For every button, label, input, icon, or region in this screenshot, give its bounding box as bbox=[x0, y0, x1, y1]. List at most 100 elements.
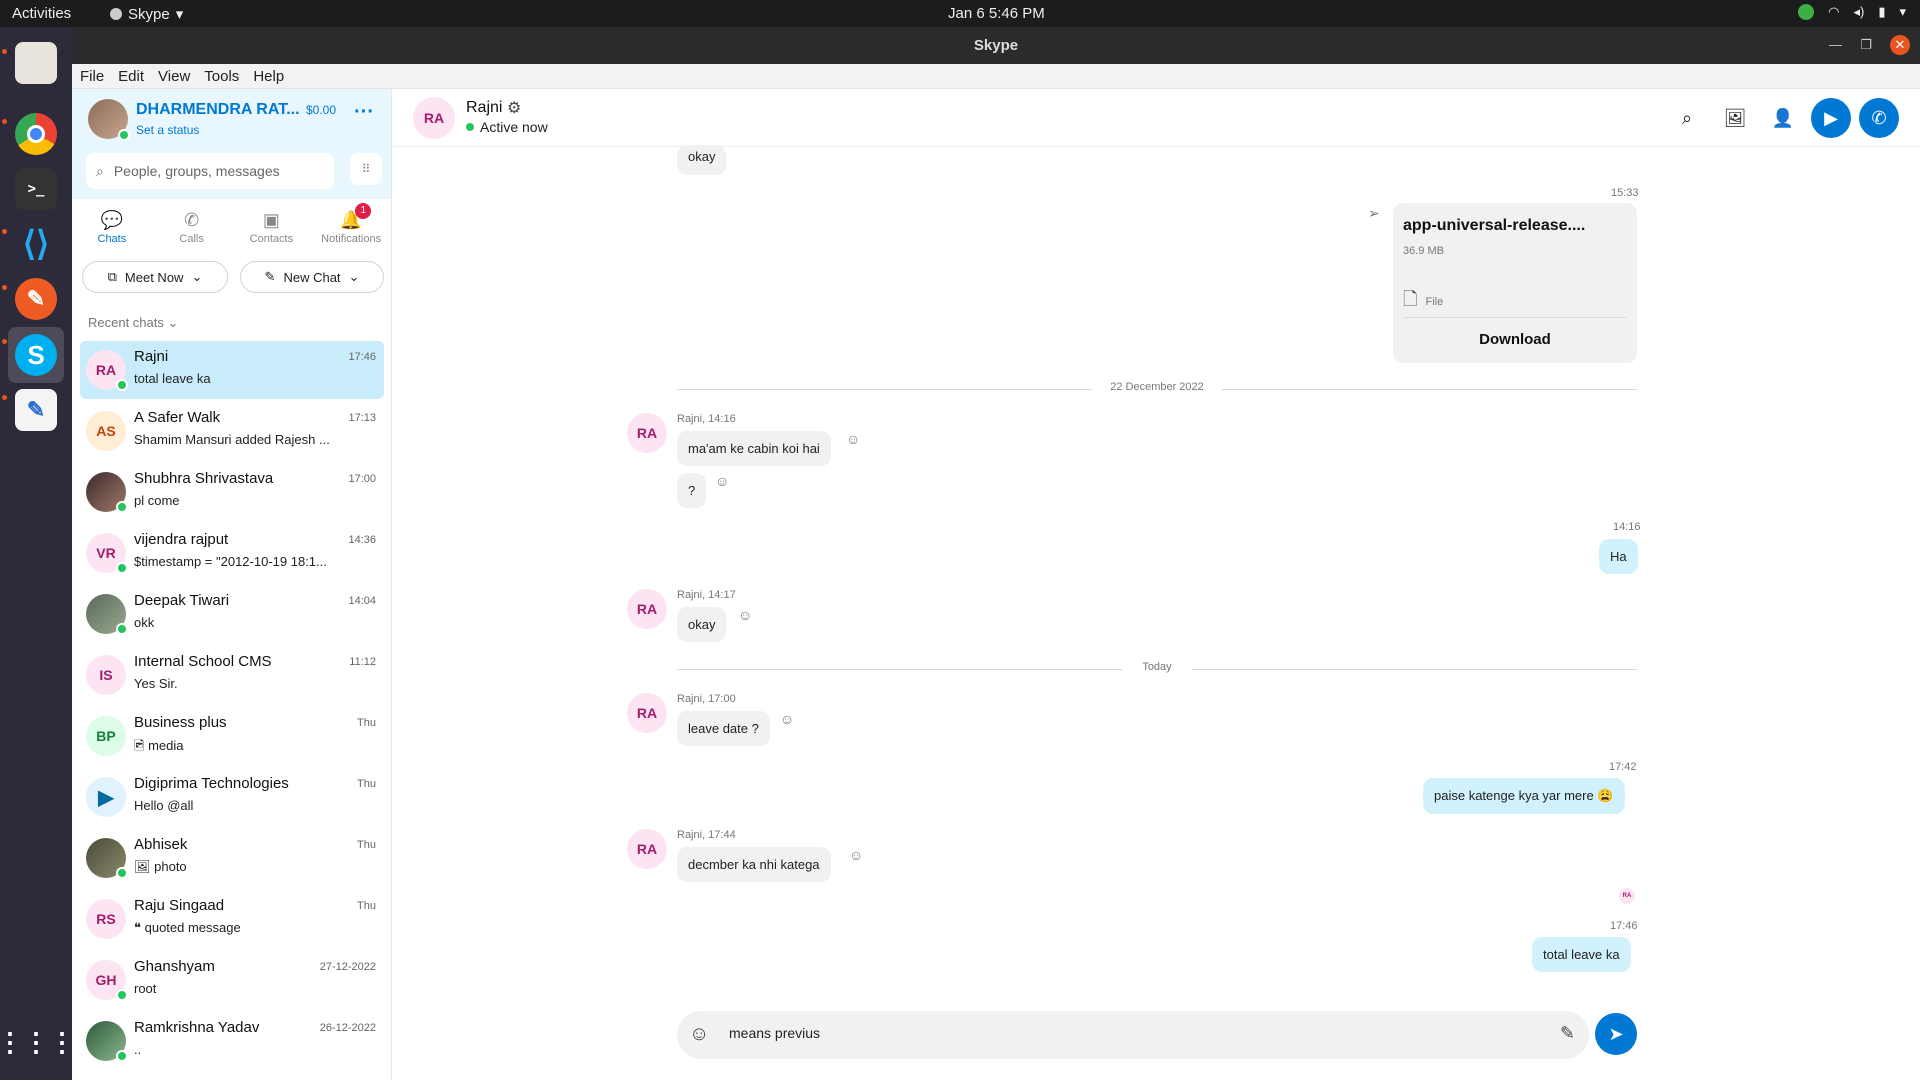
chat-name: Abhisek bbox=[134, 836, 188, 853]
image-icon: 🖼 bbox=[134, 859, 155, 874]
sender-avatar[interactable]: RA bbox=[627, 589, 667, 629]
sidebar-tabs: 💬 Chats ✆ Calls ▣ Contacts 🔔 1 Notificat… bbox=[72, 199, 391, 257]
emoji-icon[interactable]: ☺ bbox=[689, 1023, 709, 1046]
text-editor-launcher[interactable]: ✎ bbox=[8, 382, 64, 438]
maximize-icon[interactable]: ❐ bbox=[1860, 36, 1872, 54]
update-status-icon[interactable] bbox=[1798, 4, 1815, 20]
dialpad-button[interactable]: ⠿ bbox=[350, 153, 382, 185]
sender-avatar[interactable]: RA bbox=[627, 693, 667, 733]
sender-avatar[interactable]: RA bbox=[627, 829, 667, 869]
recent-chats-label: Recent chats bbox=[88, 315, 164, 330]
system-tray[interactable]: ◠ ◂) ▮ ▾ bbox=[1798, 4, 1906, 20]
chrome-launcher[interactable] bbox=[8, 106, 64, 162]
chat-item-shubhra-shrivastava[interactable]: Shubhra Shrivastava 17:00 pl come bbox=[80, 463, 384, 521]
message-bubble[interactable]: ? bbox=[677, 473, 707, 508]
postman-launcher[interactable]: ✎ bbox=[8, 271, 64, 327]
reaction-icon[interactable]: ☺ bbox=[738, 607, 752, 623]
chat-item-abhisek[interactable]: Abhisek Thu 🖼 photo bbox=[80, 829, 384, 887]
terminal-launcher[interactable]: >_ bbox=[8, 161, 64, 217]
chat-preview: pl come bbox=[134, 493, 180, 508]
contact-name[interactable]: Rajni bbox=[466, 99, 502, 117]
minimize-icon[interactable]: — bbox=[1829, 36, 1842, 54]
menu-help[interactable]: Help bbox=[253, 68, 284, 85]
chat-item-rajni[interactable]: RA Rajni 17:46 total leave ka bbox=[80, 341, 384, 399]
meet-now-button[interactable]: ⧉ Meet Now ⌄ bbox=[82, 261, 228, 293]
reaction-icon[interactable]: ☺ bbox=[715, 473, 729, 489]
chat-item-ramkrishna-yadav[interactable]: Ramkrishna Yadav 26-12-2022 .. bbox=[80, 1012, 384, 1070]
format-pen-icon[interactable]: ✎ bbox=[1560, 1023, 1575, 1044]
show-apps-button[interactable]: ⋮⋮⋮ bbox=[0, 1014, 75, 1070]
conversation-pane: RA Rajni ⚙ Active now ⌕ 🖼 👤 ▶ ✆ okay 15:… bbox=[393, 89, 1920, 1080]
chat-time: 17:46 bbox=[348, 351, 376, 363]
video-call-button[interactable]: ▶ bbox=[1811, 98, 1851, 138]
gear-icon[interactable]: ⚙ bbox=[507, 98, 521, 118]
chat-item-a-safer-walk[interactable]: AS A Safer Walk 17:13 Shamim Mansuri add… bbox=[80, 402, 384, 460]
chat-item-business-plus[interactable]: BP Business plus Thu 🖻 media bbox=[80, 707, 384, 765]
audio-call-button[interactable]: ✆ bbox=[1859, 98, 1899, 138]
chat-icon: 💬 bbox=[100, 210, 124, 230]
menu-tools[interactable]: Tools bbox=[204, 68, 239, 85]
running-indicator bbox=[2, 395, 7, 400]
message-bubble[interactable]: ma'am ke cabin koi hai bbox=[677, 431, 831, 466]
chat-item-internal-school-cms[interactable]: IS Internal School CMS 11:12 Yes Sir. bbox=[80, 646, 384, 704]
message-bubble-outgoing[interactable]: paise katenge kya yar mere 😩 bbox=[1423, 778, 1625, 814]
message-bubble[interactable]: okay bbox=[677, 145, 727, 175]
date-divider: Today bbox=[677, 661, 1637, 677]
tab-notifications[interactable]: 🔔 1 Notifications bbox=[311, 199, 391, 257]
sent-icon: ➢ bbox=[1368, 205, 1380, 221]
menu-file[interactable]: File bbox=[80, 68, 104, 85]
divider bbox=[1403, 317, 1627, 318]
app-menu[interactable]: Skype ▾ bbox=[110, 5, 183, 23]
skype-launcher[interactable]: S bbox=[8, 327, 64, 383]
file-message-card[interactable]: app-universal-release.... 36.9 MB 🗋 File … bbox=[1393, 203, 1637, 363]
send-button[interactable]: ➤ bbox=[1595, 1013, 1637, 1055]
search-icon[interactable]: ⌕ bbox=[1669, 100, 1705, 136]
message-bubble-outgoing[interactable]: total leave ka bbox=[1532, 937, 1631, 972]
chat-item-vijendra-rajput[interactable]: VR vijendra rajput 14:36 $timestamp = "2… bbox=[80, 524, 384, 582]
message-bubble-outgoing[interactable]: Ha bbox=[1599, 539, 1638, 574]
search-input[interactable]: ⌕ People, groups, messages bbox=[86, 153, 334, 189]
tab-calls[interactable]: ✆ Calls bbox=[152, 199, 232, 257]
chat-item-deepak-tiwari[interactable]: Deepak Tiwari 14:04 okk bbox=[80, 585, 384, 643]
reaction-icon[interactable]: ☺ bbox=[849, 847, 863, 863]
skype-credit[interactable]: $0.00 bbox=[306, 103, 336, 117]
set-status-link[interactable]: Set a status bbox=[136, 123, 199, 137]
chat-item-ghanshyam[interactable]: GH Ghanshyam 27-12-2022 root bbox=[80, 951, 384, 1009]
download-button[interactable]: Download bbox=[1393, 331, 1637, 348]
tab-chats[interactable]: 💬 Chats bbox=[72, 199, 152, 257]
chat-item-raju-singaad[interactable]: RS Raju Singaad Thu ❝ quoted message bbox=[80, 890, 384, 948]
close-icon[interactable]: ✕ bbox=[1890, 35, 1910, 55]
chat-preview: Hello @all bbox=[134, 798, 194, 813]
profile-name[interactable]: DHARMENDRA RAT... bbox=[136, 101, 300, 119]
menu-edit[interactable]: Edit bbox=[118, 68, 144, 85]
message-bubble[interactable]: leave date ? bbox=[677, 711, 770, 746]
send-icon: ➤ bbox=[1608, 1023, 1624, 1044]
recent-chats-header[interactable]: Recent chats ⌄ bbox=[72, 303, 391, 341]
more-options-icon[interactable]: ··· bbox=[354, 101, 374, 124]
activities-button[interactable]: Activities bbox=[12, 5, 71, 22]
sender-avatar[interactable]: RA bbox=[627, 413, 667, 453]
chat-preview: 🖻 media bbox=[134, 737, 374, 759]
reaction-icon[interactable]: ☺ bbox=[846, 431, 860, 447]
new-chat-button[interactable]: ✎ New Chat ⌄ bbox=[240, 261, 384, 293]
notification-badge: 1 bbox=[355, 203, 372, 219]
presence-dot bbox=[116, 623, 128, 635]
chevron-down-icon: ⌄ bbox=[191, 269, 203, 284]
clock[interactable]: Jan 6 5:46 PM bbox=[948, 5, 1045, 22]
chat-item-digiprima-technologies[interactable]: ▶ Digiprima Technologies Thu Hello @all bbox=[80, 768, 384, 826]
message-bubble[interactable]: okay bbox=[677, 607, 727, 642]
tab-label: Contacts bbox=[249, 233, 294, 245]
reaction-icon[interactable]: ☺ bbox=[780, 711, 794, 727]
vscode-launcher[interactable]: ⟨⟩ bbox=[8, 216, 64, 272]
contact-avatar[interactable]: RA bbox=[413, 97, 455, 139]
gallery-icon[interactable]: 🖼 bbox=[1717, 100, 1753, 136]
avatar: AS bbox=[86, 411, 126, 451]
add-people-icon[interactable]: 👤 bbox=[1765, 100, 1801, 136]
volume-icon: ◂) bbox=[1853, 4, 1865, 19]
tab-contacts[interactable]: ▣ Contacts bbox=[232, 199, 312, 257]
files-launcher[interactable] bbox=[8, 35, 64, 91]
message-time: 14:16 bbox=[1613, 521, 1641, 533]
message-bubble[interactable]: decmber ka nhi katega bbox=[677, 847, 831, 882]
menu-view[interactable]: View bbox=[158, 68, 190, 85]
message-input[interactable] bbox=[729, 1025, 1509, 1041]
